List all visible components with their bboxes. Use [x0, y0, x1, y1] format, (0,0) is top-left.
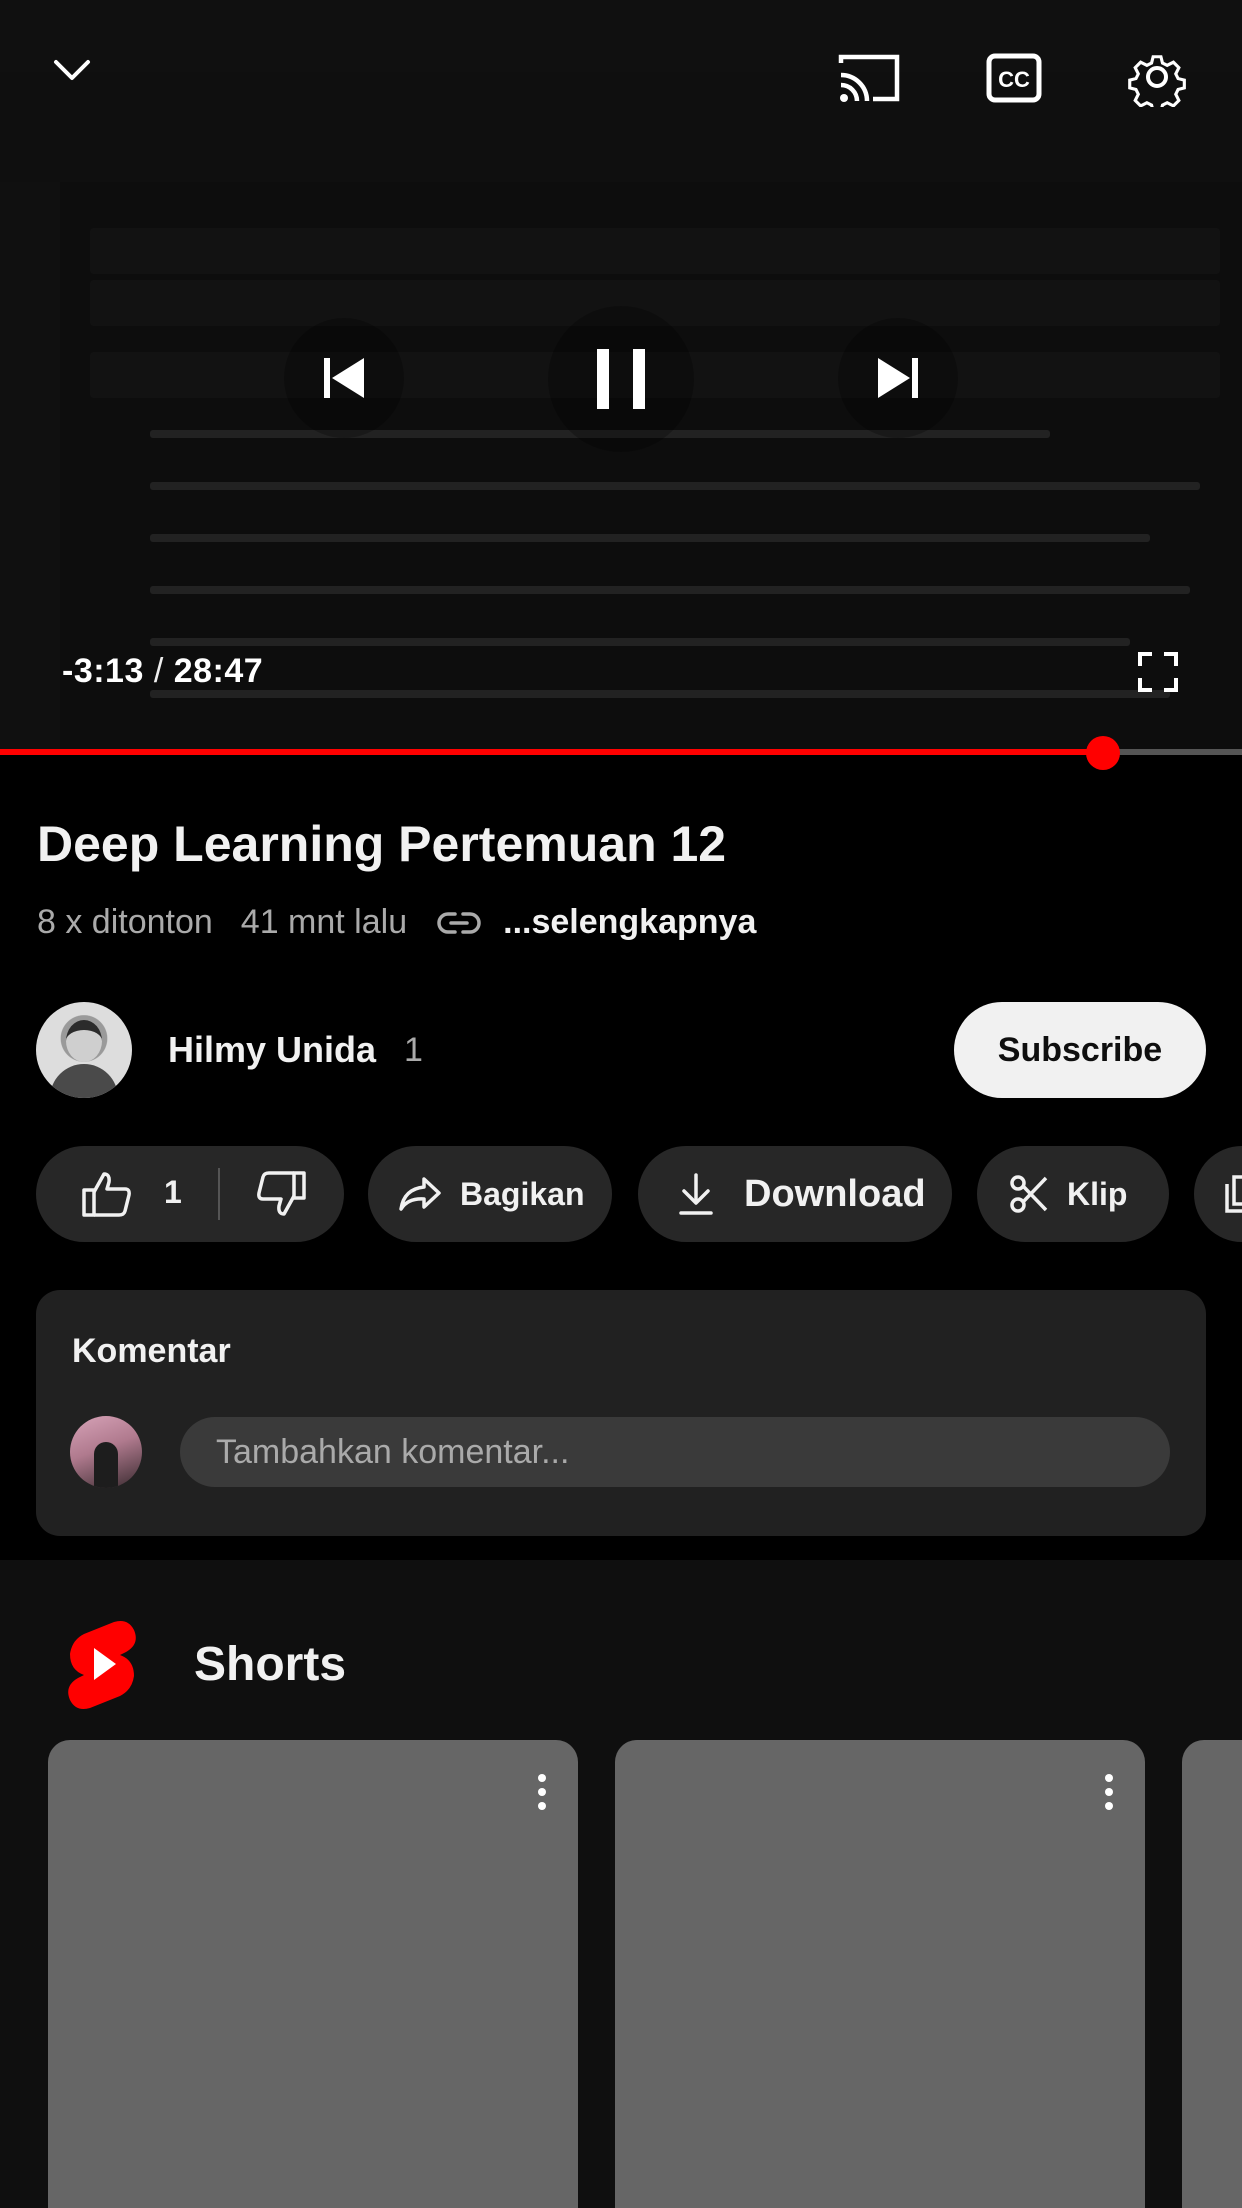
share-icon [398, 1176, 442, 1212]
user-avatar [70, 1416, 142, 1488]
comment-input[interactable] [180, 1417, 1170, 1487]
like-button[interactable] [82, 1170, 132, 1218]
shorts-header: Shorts [64, 1618, 346, 1710]
youtube-watch-page: CC -3:13 / 28:47 Deep Learning Pertemuan… [0, 0, 1242, 2208]
download-icon [678, 1172, 714, 1216]
time-display: -3:13 / 28:47 [62, 652, 263, 691]
chevron-down-icon[interactable] [46, 44, 98, 96]
next-button[interactable] [838, 318, 958, 438]
download-button[interactable]: Download [638, 1146, 952, 1242]
video-player[interactable]: CC -3:13 / 28:47 [0, 0, 1242, 752]
comments-title: Komentar [72, 1332, 231, 1370]
subscriber-count: 1 [404, 1030, 423, 1069]
shorts-title: Shorts [194, 1637, 347, 1691]
shorts-shelf: Shorts [0, 1560, 1242, 2208]
progress-bar[interactable] [0, 749, 1242, 755]
fullscreen-icon[interactable] [1138, 652, 1178, 692]
short-card[interactable] [1182, 1740, 1242, 2208]
cast-icon[interactable] [836, 50, 902, 106]
scissors-icon [1009, 1174, 1049, 1214]
short-card[interactable] [48, 1740, 578, 2208]
thumbs-down-icon [256, 1170, 306, 1218]
short-card[interactable] [615, 1740, 1145, 2208]
subscribe-button[interactable]: Subscribe [954, 1002, 1206, 1098]
previous-button[interactable] [284, 318, 404, 438]
time-duration: 28:47 [173, 652, 264, 690]
like-count: 1 [164, 1174, 182, 1210]
show-more-link[interactable]: ...selengkapnya [503, 903, 756, 942]
gear-icon[interactable] [1126, 46, 1188, 108]
action-bar: 1 Bagikan Download Klip [36, 1146, 1242, 1242]
pause-button[interactable] [548, 306, 694, 452]
progress-played [0, 749, 1103, 755]
time-separator: / [153, 652, 164, 690]
shorts-logo-icon [64, 1618, 140, 1710]
skip-previous-icon [320, 354, 368, 402]
comments-section[interactable]: Komentar [36, 1290, 1206, 1536]
share-button[interactable]: Bagikan [368, 1146, 612, 1242]
more-vert-icon[interactable] [538, 1774, 546, 1816]
progress-scrubber[interactable] [1085, 736, 1120, 770]
view-count: 8 x ditonton [37, 903, 213, 941]
skip-next-icon [874, 354, 922, 402]
video-title[interactable]: Deep Learning Pertemuan 12 [37, 815, 726, 873]
upload-age: 41 mnt lalu [240, 903, 408, 941]
channel-row: Hilmy Unida 1 Subscribe [36, 1002, 1206, 1098]
more-vert-icon[interactable] [1105, 1774, 1113, 1816]
pause-icon [593, 347, 649, 411]
like-dislike-chip: 1 [36, 1146, 344, 1242]
captions-icon[interactable]: CC [986, 52, 1042, 104]
save-to-playlist-icon [1224, 1174, 1242, 1214]
dislike-button[interactable] [256, 1170, 306, 1218]
thumbs-up-icon [82, 1170, 132, 1218]
share-label: Bagikan [460, 1175, 585, 1212]
video-meta[interactable]: 8 x ditonton 41 mnt lalu ...selengkapnya [37, 903, 756, 942]
channel-name[interactable]: Hilmy Unida [168, 1029, 376, 1071]
time-remaining: -3:13 [62, 652, 144, 690]
clip-button[interactable]: Klip [977, 1146, 1169, 1242]
link-icon [437, 910, 481, 936]
download-label: Download [744, 1172, 926, 1215]
clip-label: Klip [1067, 1175, 1128, 1212]
svg-text:CC: CC [998, 67, 1030, 92]
channel-avatar[interactable] [36, 1002, 132, 1098]
save-button[interactable] [1194, 1146, 1242, 1242]
